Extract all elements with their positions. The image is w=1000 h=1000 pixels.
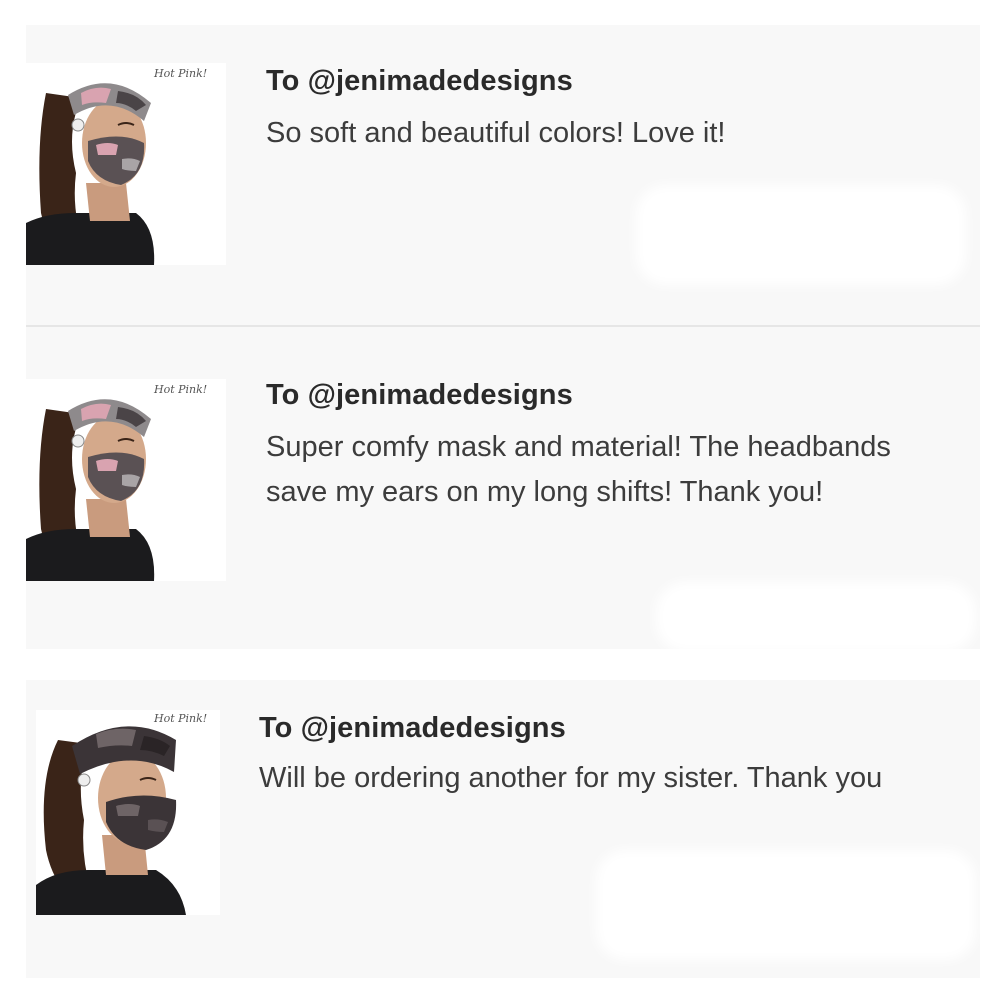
redacted-area xyxy=(636,185,966,285)
review-card: Hot Pink! To @jenimadedesigns Super comf… xyxy=(26,327,980,652)
review-recipient[interactable]: To @jenimadedesigns xyxy=(266,379,573,412)
review-recipient[interactable]: To @jenimadedesigns xyxy=(266,65,573,98)
product-photo-pink-camo-mask[interactable]: Hot Pink! xyxy=(26,63,226,265)
redacted-area xyxy=(656,582,976,652)
review-text: Will be ordering another for my sister. … xyxy=(259,762,883,794)
watermark-logo: Hot Pink! xyxy=(154,712,208,725)
review-text: So soft and beautiful colors! Love it! xyxy=(266,117,726,149)
review-card: Hot Pink! To @jenimadedesigns Will be or… xyxy=(26,680,980,978)
review-text: Super comfy mask and material! The headb… xyxy=(266,431,891,508)
redacted-area xyxy=(596,850,976,960)
review-recipient[interactable]: To @jenimadedesigns xyxy=(259,712,566,745)
watermark-logo: Hot Pink! xyxy=(154,67,208,80)
product-photo-dark-camo-mask[interactable]: Hot Pink! xyxy=(36,710,220,915)
review-card: Hot Pink! To @jenimadedesigns So soft an… xyxy=(26,25,980,325)
reviews-page: Hot Pink! To @jenimadedesigns So soft an… xyxy=(0,0,1000,1000)
product-photo-pink-camo-mask[interactable]: Hot Pink! xyxy=(26,379,226,581)
watermark-logo: Hot Pink! xyxy=(154,383,208,396)
